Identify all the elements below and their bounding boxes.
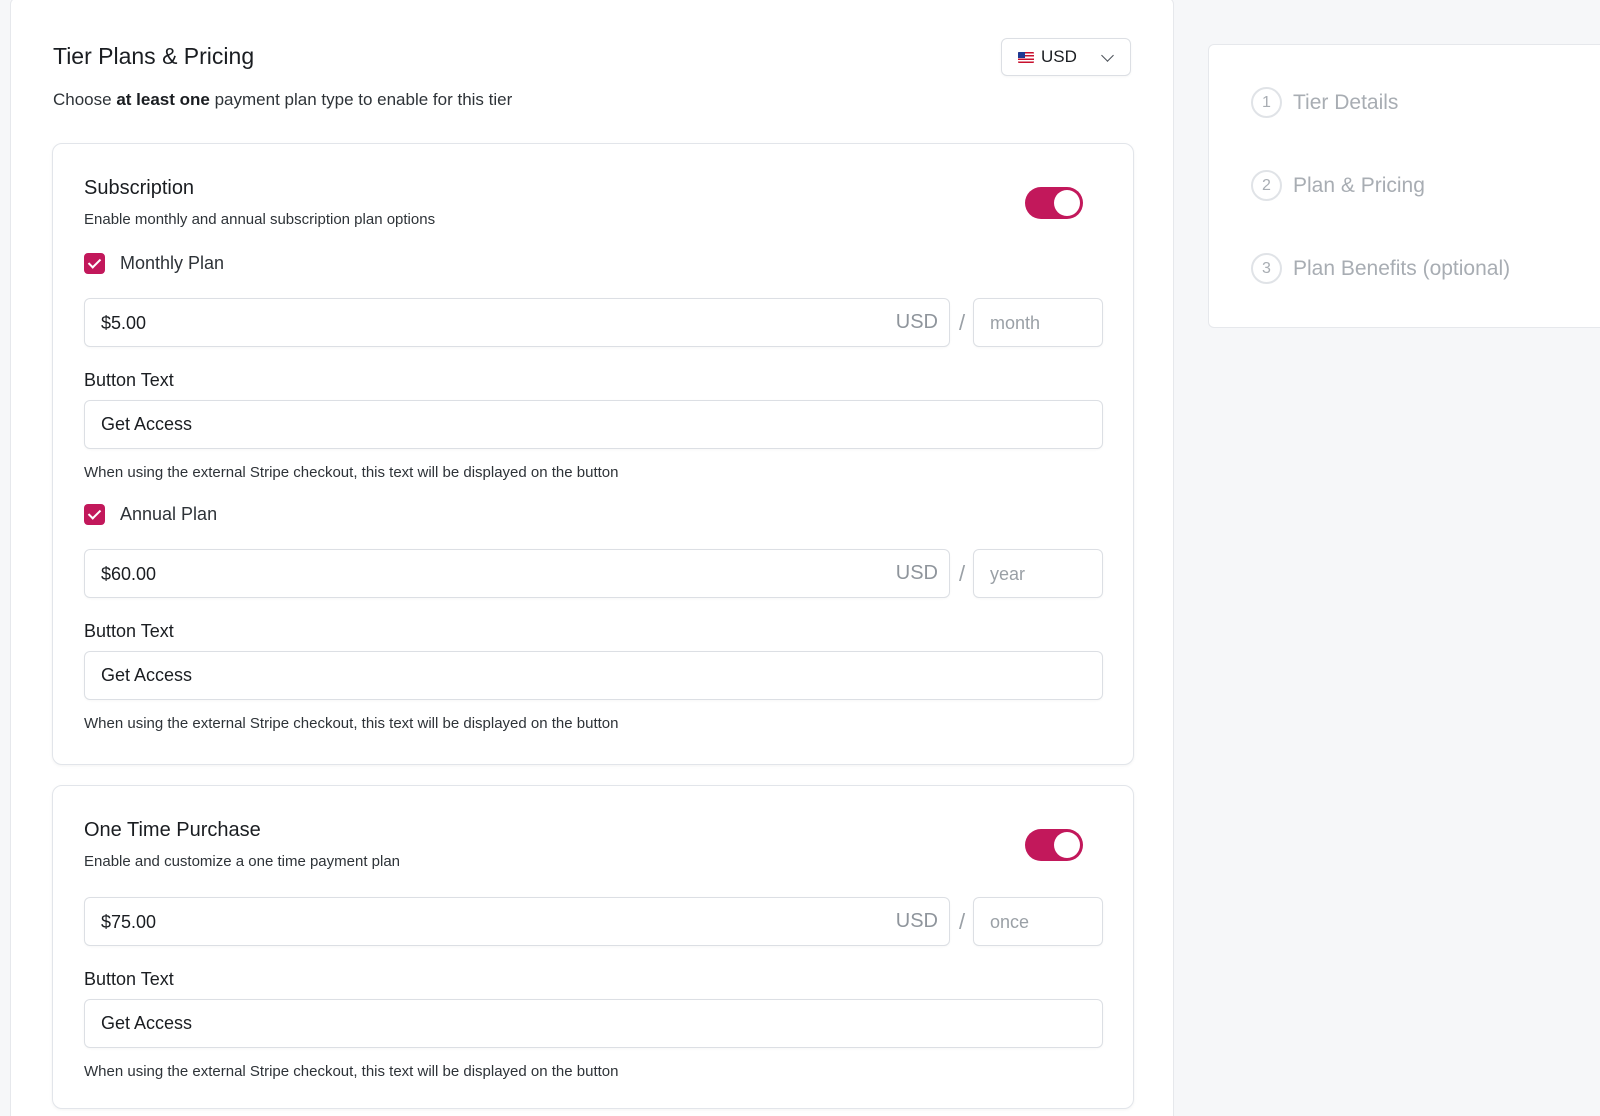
step-label: Plan & Pricing <box>1293 173 1425 197</box>
annual-button-text-input[interactable]: Get Access <box>84 651 1103 700</box>
subtitle-post: payment plan type to enable for this tie… <box>209 90 513 109</box>
currency-select[interactable]: USD <box>1001 38 1131 76</box>
annual-plan-label: Annual Plan <box>120 504 218 524</box>
plans-panel: Tier Plans & Pricing Choose at least one… <box>10 0 1174 1116</box>
one-time-button-text-input[interactable]: Get Access <box>84 999 1103 1048</box>
subscription-title: Subscription <box>84 177 195 199</box>
steps-panel: 1 Tier Details 2 Plan & Pricing 3 Plan B… <box>1208 44 1600 328</box>
step-plan-pricing[interactable]: 2 Plan & Pricing <box>1251 170 1425 201</box>
step-tier-details[interactable]: 1 Tier Details <box>1251 87 1398 118</box>
monthly-period-field: month <box>973 298 1103 347</box>
monthly-period-value: month <box>990 313 1041 333</box>
step-plan-benefits[interactable]: 3 Plan Benefits (optional) <box>1251 253 1510 284</box>
monthly-plan-label: Monthly Plan <box>120 253 225 273</box>
toggle-knob <box>1054 832 1080 858</box>
monthly-button-text-input[interactable]: Get Access <box>84 400 1103 449</box>
monthly-price-currency: USD <box>895 311 938 333</box>
one-time-title: One Time Purchase <box>84 819 261 841</box>
step-number: 2 <box>1251 170 1282 201</box>
annual-period-field: year <box>973 549 1103 598</box>
monthly-button-text-help: When using the external Stripe checkout,… <box>84 464 619 481</box>
one-time-period-value: once <box>990 912 1030 932</box>
annual-price-currency: USD <box>895 562 938 584</box>
step-number: 3 <box>1251 253 1282 284</box>
monthly-plan-checkbox[interactable] <box>84 253 105 274</box>
subscription-description: Enable monthly and annual subscription p… <box>84 211 436 228</box>
page-subtitle: Choose at least one payment plan type to… <box>53 90 512 110</box>
step-label: Tier Details <box>1293 90 1399 114</box>
annual-plan-row[interactable]: Annual Plan <box>84 504 217 525</box>
annual-price-input[interactable]: $60.00 USD <box>84 549 950 598</box>
step-label: Plan Benefits (optional) <box>1293 256 1511 280</box>
annual-price-value: $60.00 <box>101 564 157 584</box>
toggle-knob <box>1054 190 1080 216</box>
price-separator: / <box>959 310 966 335</box>
one-time-description: Enable and customize a one time payment … <box>84 853 401 870</box>
subscription-card: Subscription Enable monthly and annual s… <box>52 143 1134 765</box>
monthly-price-value: $5.00 <box>101 313 147 333</box>
us-flag-icon <box>1018 51 1034 63</box>
price-separator: / <box>959 561 966 586</box>
one-time-price-value: $75.00 <box>101 912 157 932</box>
page: Tier Plans & Pricing Choose at least one… <box>0 0 1600 1116</box>
subtitle-pre: Choose <box>53 90 117 109</box>
one-time-price-currency: USD <box>895 910 938 932</box>
one-time-button-text-label: Button Text <box>84 969 174 989</box>
subtitle-emphasis: at least one <box>116 90 210 109</box>
monthly-plan-row[interactable]: Monthly Plan <box>84 253 224 274</box>
annual-button-text-label: Button Text <box>84 621 174 641</box>
one-time-price-input[interactable]: $75.00 USD <box>84 897 950 946</box>
price-separator: / <box>959 909 966 934</box>
annual-button-text-help: When using the external Stripe checkout,… <box>84 715 619 732</box>
one-time-button-text-help: When using the external Stripe checkout,… <box>84 1063 619 1080</box>
monthly-price-input[interactable]: $5.00 USD <box>84 298 950 347</box>
one-time-purchase-card: One Time Purchase Enable and customize a… <box>52 785 1134 1109</box>
one-time-toggle[interactable] <box>1025 829 1083 861</box>
one-time-period-field: once <box>973 897 1103 946</box>
step-number: 1 <box>1251 87 1282 118</box>
subscription-toggle[interactable] <box>1025 187 1083 219</box>
chevron-down-icon <box>1101 49 1114 62</box>
page-title: Tier Plans & Pricing <box>53 43 255 69</box>
annual-plan-checkbox[interactable] <box>84 504 105 525</box>
monthly-button-text-label: Button Text <box>84 370 174 390</box>
currency-select-value: USD <box>1041 47 1077 66</box>
annual-period-value: year <box>990 564 1026 584</box>
